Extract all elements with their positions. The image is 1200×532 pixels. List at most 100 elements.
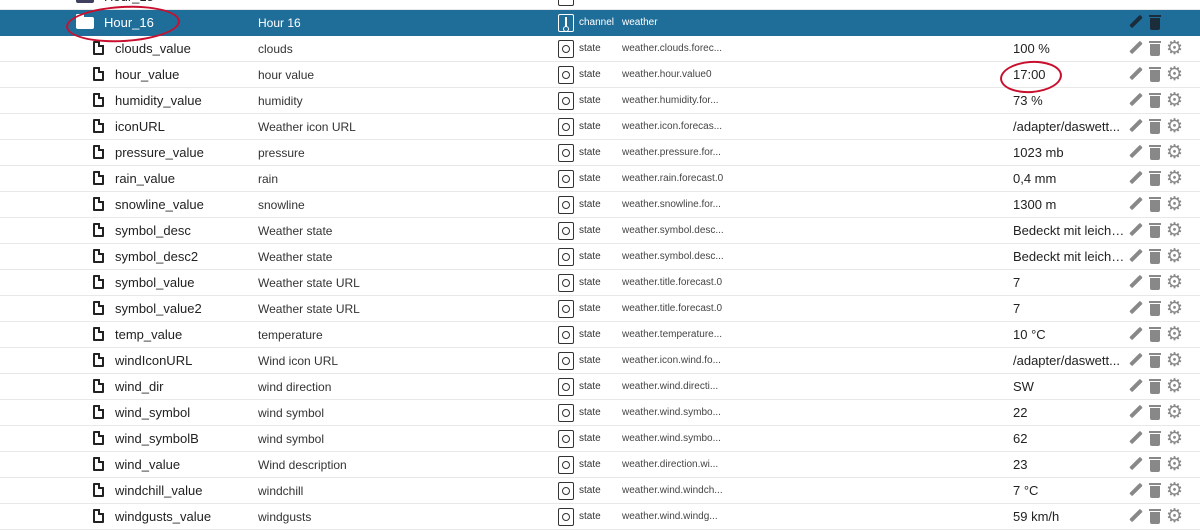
- gear-icon[interactable]: [1166, 375, 1183, 397]
- row-value[interactable]: 100 %: [1013, 36, 1125, 62]
- trash-icon[interactable]: [1149, 223, 1161, 239]
- row-value[interactable]: 59 km/h: [1013, 504, 1125, 530]
- tree-row[interactable]: windgusts_value windgusts state weather.win…: [0, 504, 1200, 530]
- tree-row[interactable]: pressure_value pressure state weather.press…: [0, 140, 1200, 166]
- trash-icon[interactable]: [1149, 457, 1161, 473]
- pencil-icon[interactable]: [1128, 41, 1142, 57]
- pencil-icon[interactable]: [1128, 93, 1142, 109]
- tree-row[interactable]: wind_symbolB wind symbol state weather.wind…: [0, 426, 1200, 452]
- gear-icon[interactable]: [1166, 297, 1183, 319]
- tree-row-selected[interactable]: Hour_16 Hour 16 channel weather: [0, 10, 1200, 36]
- trash-icon[interactable]: [1149, 15, 1161, 31]
- pencil-icon[interactable]: [1128, 275, 1142, 291]
- tree-row[interactable]: symbol_value Weather state URL state weathe…: [0, 270, 1200, 296]
- tree-row[interactable]: wind_symbol wind symbol state weather.wind.…: [0, 400, 1200, 426]
- gear-icon[interactable]: [1166, 505, 1183, 527]
- trash-icon[interactable]: [1149, 275, 1161, 291]
- tree-row[interactable]: snowline_value snowline state weather.snowl…: [0, 192, 1200, 218]
- pencil-icon[interactable]: [1128, 431, 1142, 447]
- pencil-icon[interactable]: [1128, 327, 1142, 343]
- gear-icon[interactable]: [1166, 453, 1183, 475]
- row-role: weather.wind.windch...: [622, 485, 723, 496]
- row-value[interactable]: 22: [1013, 400, 1125, 426]
- trash-icon[interactable]: [1149, 249, 1161, 265]
- gear-icon[interactable]: [1166, 63, 1183, 85]
- gear-icon[interactable]: [1166, 271, 1183, 293]
- row-value[interactable]: /adapter/daswett...: [1013, 114, 1125, 140]
- gear-icon[interactable]: [1166, 401, 1183, 423]
- row-value[interactable]: Bedeckt mit leicht...: [1013, 218, 1125, 244]
- tree-row[interactable]: clouds_value clouds state weather.clouds.fo…: [0, 36, 1200, 62]
- trash-icon[interactable]: [1149, 301, 1161, 317]
- gear-icon[interactable]: [1166, 245, 1183, 267]
- row-value[interactable]: 10 °C: [1013, 322, 1125, 348]
- tree-row[interactable]: symbol_desc2 Weather state state weather.sy…: [0, 244, 1200, 270]
- gear-icon[interactable]: [1166, 115, 1183, 137]
- pencil-icon[interactable]: [1128, 15, 1142, 31]
- row-value[interactable]: 0,4 mm: [1013, 166, 1125, 192]
- tree-row-partial[interactable]: Hour_15 channel weather: [0, 0, 1200, 10]
- row-type: channel: [579, 17, 615, 28]
- row-value[interactable]: 1300 m: [1013, 192, 1125, 218]
- row-role: weather.rain.forecast.0: [622, 173, 724, 184]
- pencil-icon[interactable]: [1128, 379, 1142, 395]
- pencil-icon[interactable]: [1128, 249, 1142, 265]
- trash-icon[interactable]: [1149, 431, 1161, 447]
- trash-icon[interactable]: [1149, 327, 1161, 343]
- gear-icon[interactable]: [1166, 349, 1183, 371]
- row-value[interactable]: 7: [1013, 296, 1125, 322]
- pencil-icon[interactable]: [1128, 171, 1142, 187]
- file-icon: [93, 67, 104, 81]
- gear-icon[interactable]: [1166, 141, 1183, 163]
- tree-row[interactable]: wind_value Wind description state weather.d…: [0, 452, 1200, 478]
- pencil-icon[interactable]: [1128, 223, 1142, 239]
- row-value[interactable]: 7: [1013, 270, 1125, 296]
- trash-icon[interactable]: [1149, 405, 1161, 421]
- gear-icon[interactable]: [1166, 89, 1183, 111]
- tree-row[interactable]: wind_dir wind direction state weather.wind.…: [0, 374, 1200, 400]
- trash-icon[interactable]: [1149, 119, 1161, 135]
- pencil-icon[interactable]: [1128, 353, 1142, 369]
- row-value[interactable]: 1023 mb: [1013, 140, 1125, 166]
- row-name: windgusts_value: [115, 509, 212, 524]
- trash-icon[interactable]: [1149, 93, 1161, 109]
- gear-icon[interactable]: [1166, 219, 1183, 241]
- trash-icon[interactable]: [1149, 171, 1161, 187]
- row-value[interactable]: SW: [1013, 374, 1125, 400]
- row-value[interactable]: 62: [1013, 426, 1125, 452]
- pencil-icon[interactable]: [1128, 197, 1142, 213]
- pencil-icon[interactable]: [1128, 405, 1142, 421]
- pencil-icon[interactable]: [1128, 145, 1142, 161]
- trash-icon[interactable]: [1149, 145, 1161, 161]
- gear-icon[interactable]: [1166, 323, 1183, 345]
- pencil-icon[interactable]: [1128, 67, 1142, 83]
- row-value[interactable]: /adapter/daswett...: [1013, 348, 1125, 374]
- pencil-icon[interactable]: [1128, 301, 1142, 317]
- gear-icon[interactable]: [1166, 167, 1183, 189]
- tree-row[interactable]: symbol_desc Weather state state weather.sym…: [0, 218, 1200, 244]
- gear-icon[interactable]: [1166, 193, 1183, 215]
- tree-row[interactable]: temp_value temperature state weather.temper…: [0, 322, 1200, 348]
- tree-row[interactable]: rain_value rain state weather.rain.forecast…: [0, 166, 1200, 192]
- tree-row[interactable]: windIconURL Wind icon URL state weather.ico…: [0, 348, 1200, 374]
- row-value[interactable]: 23: [1013, 452, 1125, 478]
- trash-icon[interactable]: [1149, 379, 1161, 395]
- tree-row[interactable]: symbol_value2 Weather state URL state weath…: [0, 296, 1200, 322]
- trash-icon[interactable]: [1149, 509, 1161, 525]
- gear-icon[interactable]: [1166, 479, 1183, 501]
- row-value[interactable]: Bedeckt mit leicht...: [1013, 244, 1125, 270]
- gear-icon[interactable]: [1166, 37, 1183, 59]
- pencil-icon[interactable]: [1128, 483, 1142, 499]
- trash-icon[interactable]: [1149, 483, 1161, 499]
- pencil-icon[interactable]: [1128, 119, 1142, 135]
- trash-icon[interactable]: [1149, 41, 1161, 57]
- pencil-icon[interactable]: [1128, 509, 1142, 525]
- trash-icon[interactable]: [1149, 67, 1161, 83]
- trash-icon[interactable]: [1149, 353, 1161, 369]
- row-value[interactable]: 7 °C: [1013, 478, 1125, 504]
- gear-icon[interactable]: [1166, 427, 1183, 449]
- pencil-icon[interactable]: [1128, 457, 1142, 473]
- tree-row[interactable]: windchill_value windchill state weather.win…: [0, 478, 1200, 504]
- tree-row[interactable]: iconURL Weather icon URL state weather.icon…: [0, 114, 1200, 140]
- trash-icon[interactable]: [1149, 197, 1161, 213]
